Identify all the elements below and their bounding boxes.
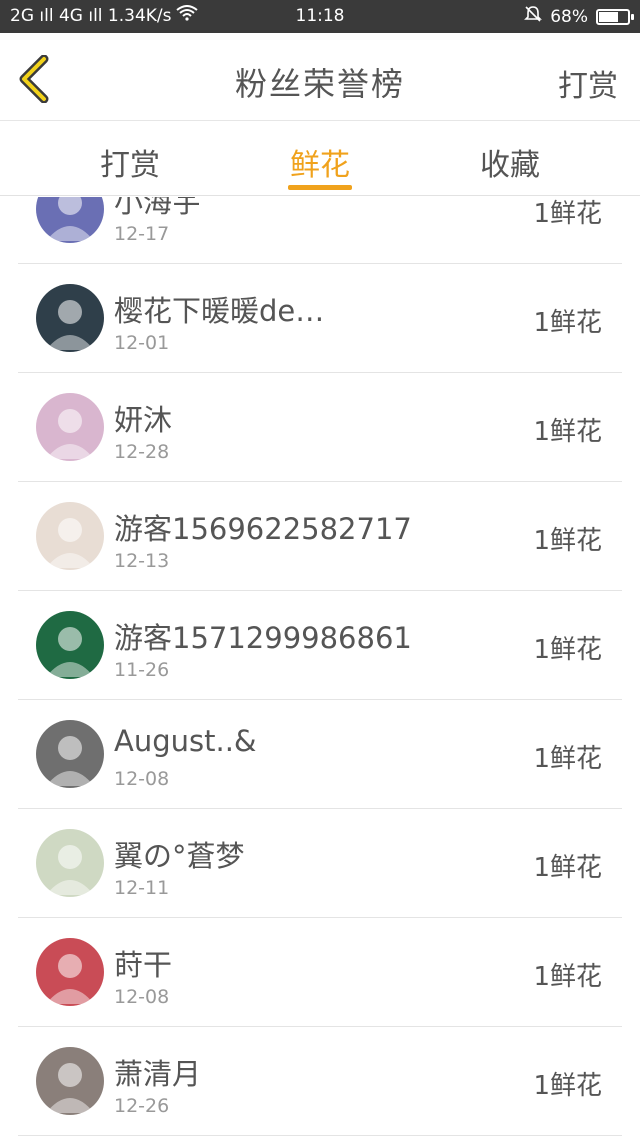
- avatar[interactable]: [36, 284, 104, 352]
- top-navigation-bar: 粉丝荣誉榜 打赏: [0, 33, 640, 121]
- tab-flowers[interactable]: 鲜花: [260, 140, 380, 184]
- gift-date: 12-13: [114, 550, 170, 572]
- gift-count: 1鲜花: [533, 744, 602, 774]
- page-title: 粉丝荣誉榜: [234, 65, 405, 103]
- active-tab-indicator: [288, 185, 352, 190]
- gift-count: 1鲜花: [533, 853, 602, 883]
- list-item[interactable]: 游客1569622582717 12-13 1鲜花: [18, 482, 622, 591]
- gift-count: 1鲜花: [533, 199, 602, 229]
- battery-percent: 68%: [550, 6, 588, 27]
- user-name: 游客1569622582717: [114, 512, 412, 546]
- user-name: August..&: [114, 724, 257, 758]
- mute-bell-icon: [524, 5, 543, 28]
- avatar[interactable]: [36, 393, 104, 461]
- list-item[interactable]: 莳干 12-08 1鲜花: [18, 918, 622, 1027]
- list-item[interactable]: 翼の°蒼梦 12-11 1鲜花: [18, 809, 622, 918]
- user-name: 妍沐: [114, 403, 173, 437]
- list-item[interactable]: 妍沐 12-28 1鲜花: [18, 373, 622, 482]
- list-item[interactable]: 萧清月 12-26 1鲜花: [18, 1027, 622, 1136]
- gift-date: 12-17: [114, 223, 170, 245]
- avatar[interactable]: [36, 197, 104, 243]
- gift-date: 12-08: [114, 768, 170, 790]
- avatar[interactable]: [36, 829, 104, 897]
- list-item[interactable]: August..& 12-08 1鲜花: [18, 700, 622, 809]
- user-name: 萧清月: [114, 1057, 202, 1091]
- tab-reward[interactable]: 打赏: [70, 140, 190, 184]
- gift-count: 1鲜花: [533, 308, 602, 338]
- tab-bar: 打赏 鲜花 收藏: [0, 122, 640, 196]
- user-name: 翼の°蒼梦: [114, 839, 245, 873]
- gift-count: 1鲜花: [533, 962, 602, 992]
- fan-list[interactable]: 小海宇 12-17 1鲜花 樱花下暖暖de… 12-01 1鲜花 妍沐 12-28 1鲜花 游客1…: [0, 197, 640, 1138]
- gift-date: 11-26: [114, 659, 170, 681]
- gift-date: 12-08: [114, 986, 170, 1008]
- gift-date: 12-01: [114, 332, 170, 354]
- avatar[interactable]: [36, 1047, 104, 1115]
- gift-count: 1鲜花: [533, 635, 602, 665]
- user-name: 游客1571299986861: [114, 621, 412, 655]
- list-item[interactable]: 游客1571299986861 11-26 1鲜花: [18, 591, 622, 700]
- avatar[interactable]: [36, 938, 104, 1006]
- user-name: 小海宇: [114, 197, 202, 219]
- gift-count: 1鲜花: [533, 526, 602, 556]
- gift-date: 12-26: [114, 1095, 170, 1117]
- list-item[interactable]: 樱花下暖暖de… 12-01 1鲜花: [18, 264, 622, 373]
- list-item[interactable]: 小海宇 12-17 1鲜花: [18, 197, 622, 264]
- battery-icon: [596, 8, 634, 25]
- avatar[interactable]: [36, 502, 104, 570]
- gift-count: 1鲜花: [533, 1071, 602, 1101]
- gift-count: 1鲜花: [533, 417, 602, 447]
- tab-favorites[interactable]: 收藏: [450, 140, 570, 184]
- user-name: 樱花下暖暖de…: [114, 294, 325, 328]
- gift-date: 12-28: [114, 441, 170, 463]
- avatar[interactable]: [36, 611, 104, 679]
- user-name: 莳干: [114, 948, 173, 982]
- reward-button[interactable]: 打赏: [558, 61, 618, 105]
- status-bar: 2G ıll 4G ıll 1.34K/s 11:18 68%: [0, 0, 640, 33]
- gift-date: 12-11: [114, 877, 170, 899]
- avatar[interactable]: [36, 720, 104, 788]
